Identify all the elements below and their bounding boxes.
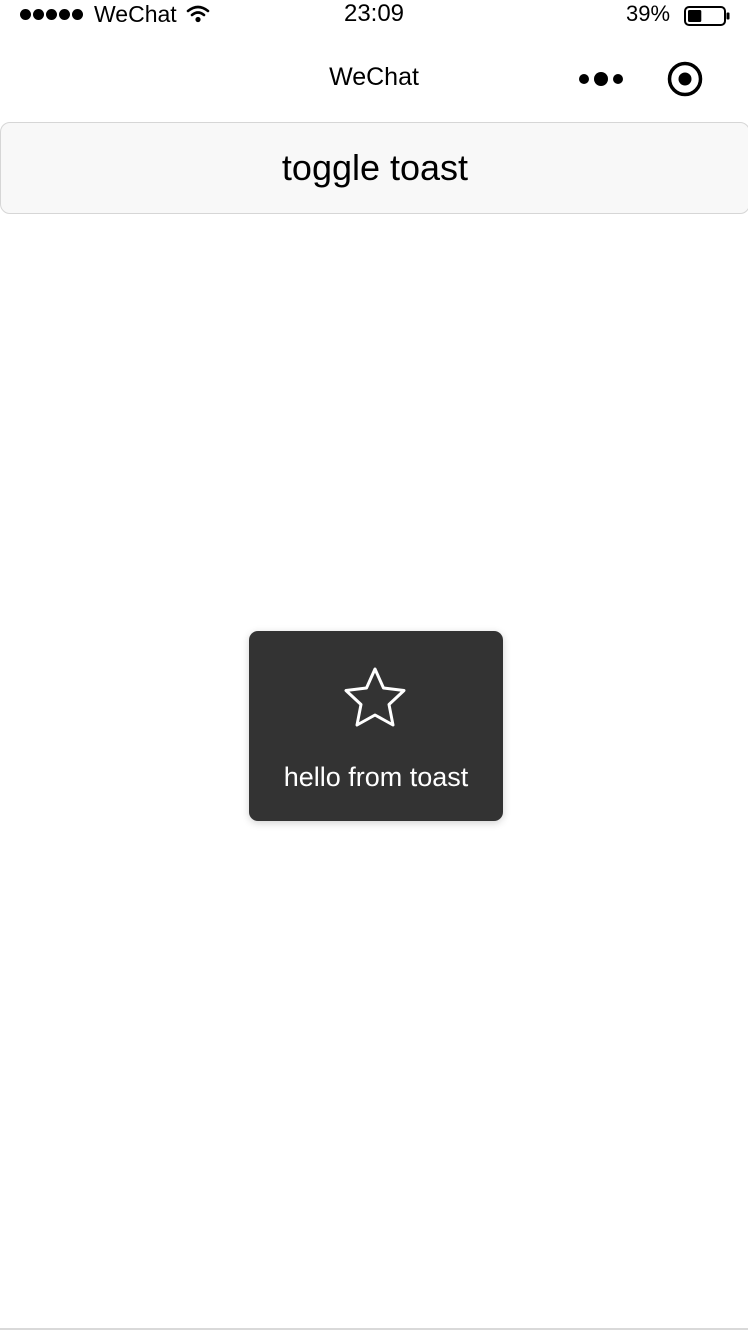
toast-message: hello from toast (283, 762, 469, 792)
status-bar: WeChat 23:09 39% (0, 0, 748, 30)
more-dots-icon[interactable] (574, 66, 628, 92)
battery-percent: 39% (626, 1, 671, 26)
page-title: WeChat (329, 63, 419, 91)
toggle-toast-button[interactable]: toggle toast (0, 122, 748, 214)
phone-screen: WeChat 23:09 39% WeChat toggle toast hel… (0, 0, 748, 1330)
target-close-icon[interactable] (666, 60, 704, 98)
battery-icon (684, 6, 730, 26)
star-icon (344, 667, 406, 727)
navigation-bar: WeChat (0, 40, 748, 116)
